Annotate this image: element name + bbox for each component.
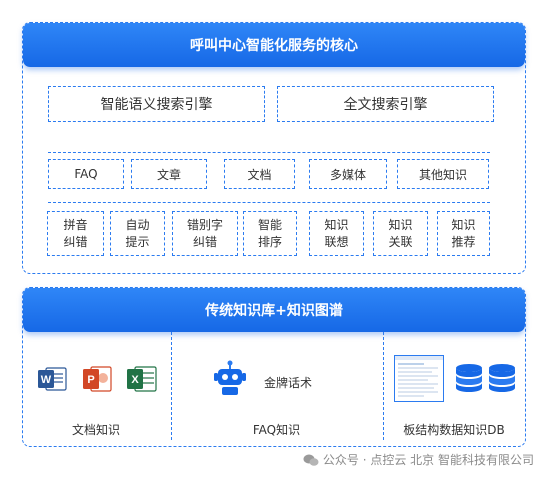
semantic-search-engine-box: 智能语义搜索引擎 (48, 86, 265, 122)
feature-pinyin-correction-box: 拼音 纠错 (47, 211, 104, 256)
golden-script-label: 金牌话术 (264, 376, 313, 390)
divider (48, 202, 490, 203)
svg-text:P: P (87, 374, 94, 386)
feature-line: 错别字 (186, 217, 223, 232)
type-document-box: 文档 (224, 159, 295, 189)
feature-line: 纠错 (192, 234, 217, 249)
feature-knowledge-association-box: 知识 联想 (309, 211, 364, 256)
feature-line: 提示 (125, 234, 150, 249)
feature-line: 知识 (388, 217, 413, 232)
feature-typo-correction-box: 错别字 纠错 (172, 211, 238, 256)
svg-text:X: X (131, 374, 139, 386)
feature-line: 关联 (388, 234, 413, 249)
faq-knowledge-caption: FAQ知识 (252, 423, 301, 437)
feature-line: 自动 (125, 217, 150, 232)
feature-line: 联想 (324, 234, 349, 249)
database-icon (456, 364, 482, 392)
type-article-box: 文章 (131, 159, 207, 189)
feature-knowledge-recommend-box: 知识 推荐 (437, 211, 490, 256)
feature-smart-sort-box: 智能 排序 (243, 211, 297, 256)
feature-line: 智能 (257, 217, 282, 232)
feature-knowledge-link-box: 知识 关联 (373, 211, 428, 256)
fulltext-search-engine-box: 全文搜索引擎 (277, 86, 494, 122)
watermark-text: 公众号 · 点控云 北京 智能科技有限公司 (322, 453, 534, 467)
feature-line: 排序 (257, 234, 282, 249)
structured-data-db-caption: 板结构数据知识DB (403, 423, 505, 437)
feature-auto-suggest-box: 自动 提示 (110, 211, 165, 256)
database-icon (489, 364, 515, 392)
feature-line: 拼音 (63, 217, 88, 232)
feature-line: 推荐 (451, 234, 476, 249)
feature-line: 纠错 (63, 234, 88, 249)
feature-line: 知识 (451, 217, 476, 232)
feature-line: 知识 (324, 217, 349, 232)
core-title: 呼叫中心智能化服务的核心 (23, 23, 525, 67)
document-knowledge-caption: 文档知识 (71, 423, 120, 437)
table-screenshot-icon (394, 355, 444, 402)
type-multimedia-box: 多媒体 (309, 159, 387, 189)
type-faq-box: FAQ (48, 159, 124, 189)
wechat-icon (303, 454, 319, 466)
knowledge-base-title: 传统知识库+知识图谱 (23, 288, 525, 332)
robot-icon (214, 360, 246, 395)
excel-icon: X (127, 366, 157, 392)
powerpoint-icon: P (83, 366, 112, 392)
divider (48, 152, 490, 153)
watermark: 公众号 · 点控云 北京 智能科技有限公司 (303, 451, 534, 468)
word-icon: W (38, 367, 67, 391)
type-other-knowledge-box: 其他知识 (397, 159, 489, 189)
svg-text:W: W (41, 374, 52, 386)
